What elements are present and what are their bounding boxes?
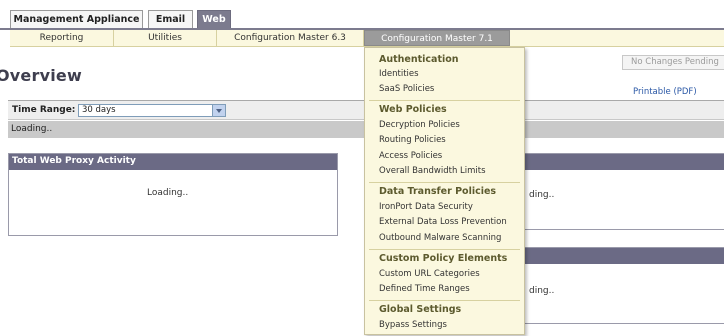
tab-email[interactable]: Email [148,10,193,29]
config-master-dropdown-menu: Authentication Identities SaaS Policies … [364,47,525,335]
menu-separator [369,182,520,183]
chevron-down-icon[interactable] [212,105,225,116]
subnav-reporting[interactable]: Reporting [10,30,114,46]
right-bottom-panel: ding.. [512,247,724,324]
panel-loading-text: Loading.. [147,188,189,198]
panel-title: Total Web Proxy Activity [9,154,337,170]
no-changes-pending-button[interactable]: No Changes Pending [622,55,724,70]
tab-management-appliance[interactable]: Management Appliance [10,10,143,29]
menu-separator [369,249,520,250]
menu-separator [369,300,520,301]
tab-web[interactable]: Web [197,10,231,29]
subnav-utilities[interactable]: Utilities [114,30,217,46]
menu-heading-authentication: Authentication [379,54,459,65]
menu-separator [369,100,520,101]
subnav-config-master-71[interactable]: Configuration Master 7.1 [364,30,510,46]
total-web-proxy-panel: Total Web Proxy Activity Loading.. [8,153,338,236]
panel-loading-text: ding.. [529,286,555,296]
time-range-value: 30 days [82,105,116,115]
menu-heading-custom-policy: Custom Policy Elements [379,253,508,264]
printable-pdf-link[interactable]: Printable (PDF) [633,87,697,97]
menu-item-outbound-malware[interactable]: Outbound Malware Scanning [379,233,501,243]
time-range-select[interactable]: 30 days [78,104,226,117]
menu-heading-data-transfer: Data Transfer Policies [379,186,497,197]
sub-navigation: Reporting Utilities Configuration Master… [10,30,724,47]
panel-header [513,154,724,170]
menu-heading-global-settings: Global Settings [379,304,462,315]
subnav-config-master-63[interactable]: Configuration Master 6.3 [217,30,364,46]
time-range-label: Time Range: [12,105,76,115]
panel-loading-text: ding.. [529,190,555,200]
menu-item-access-policies[interactable]: Access Policies [379,151,442,161]
menu-item-routing-policies[interactable]: Routing Policies [379,135,446,145]
menu-item-identities[interactable]: Identities [379,69,419,79]
menu-heading-web-policies: Web Policies [379,104,447,115]
top-tab-bar: Management Appliance Email Web [0,0,724,30]
menu-item-saas-policies[interactable]: SaaS Policies [379,84,434,94]
menu-item-ironport-data-security[interactable]: IronPort Data Security [379,202,473,212]
right-top-panel: ding.. [512,153,724,230]
menu-item-defined-time-ranges[interactable]: Defined Time Ranges [379,284,470,294]
menu-item-custom-url-categories[interactable]: Custom URL Categories [379,269,480,279]
loading-text: Loading.. [11,124,53,134]
panel-header [513,248,724,264]
menu-item-bypass-settings[interactable]: Bypass Settings [379,320,447,330]
page-title: Overview [0,66,82,85]
menu-item-bandwidth-limits[interactable]: Overall Bandwidth Limits [379,166,486,176]
menu-item-decryption-policies[interactable]: Decryption Policies [379,120,460,130]
menu-item-external-dlp[interactable]: External Data Loss Prevention [379,217,507,227]
